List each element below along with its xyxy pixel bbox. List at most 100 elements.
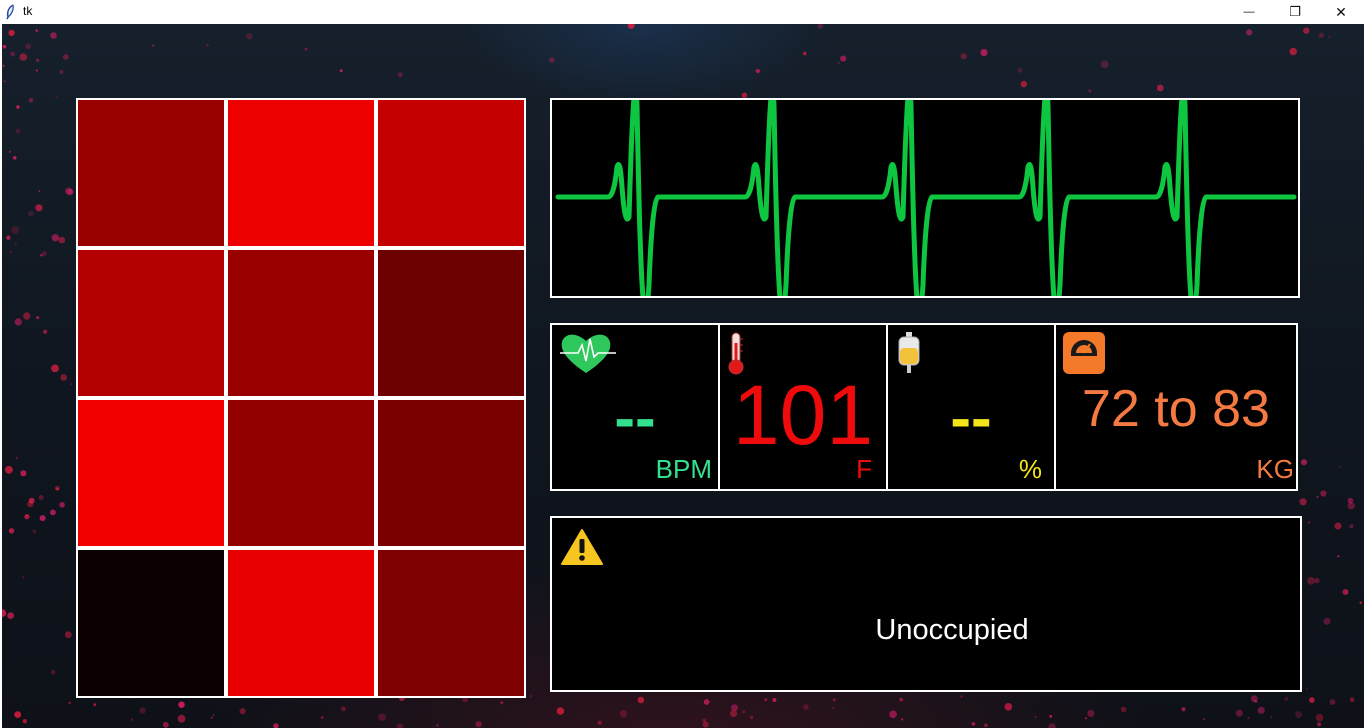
bokeh-particle: [1328, 35, 1331, 38]
bokeh-particle: [1347, 502, 1355, 510]
bokeh-particle: [1337, 555, 1340, 558]
bokeh-particle: [1315, 713, 1324, 722]
bokeh-particle: [1334, 522, 1342, 530]
bokeh-particle: [702, 721, 709, 728]
bokeh-particle: [899, 697, 904, 702]
bokeh-particle: [22, 576, 25, 579]
bokeh-particle: [70, 383, 72, 385]
bokeh-particle: [35, 58, 40, 63]
bokeh-particle: [1120, 706, 1127, 713]
bokeh-particle: [2, 44, 7, 49]
bokeh-particle: [22, 719, 27, 724]
bokeh-particle: [68, 701, 71, 705]
bokeh-particle: [1307, 521, 1311, 524]
heart-rate-panel: -- BPM: [550, 323, 720, 491]
bokeh-particle: [43, 329, 48, 334]
bokeh-particle: [837, 61, 840, 64]
bokeh-particle: [42, 251, 47, 256]
bokeh-particle: [703, 699, 710, 705]
bokeh-particle: [273, 723, 279, 728]
sensor-cell: [378, 550, 524, 696]
temperature-unit: F: [856, 454, 872, 484]
minimize-button[interactable]: —: [1226, 0, 1272, 24]
bokeh-particle: [20, 470, 27, 477]
temperature-panel: 101 F: [718, 323, 888, 491]
bokeh-particle: [59, 502, 65, 508]
bokeh-particle: [529, 694, 533, 698]
bokeh-particle: [1020, 80, 1027, 88]
bokeh-particle: [162, 721, 169, 728]
title-bar: tk — ❐ ✕: [0, 0, 1366, 24]
bokeh-particle: [831, 707, 835, 710]
bokeh-particle: [1329, 699, 1336, 705]
bokeh-particle: [1349, 524, 1354, 529]
bokeh-particle: [755, 68, 760, 74]
bokeh-particle: [39, 515, 46, 522]
bokeh-particle: [28, 210, 34, 217]
bokeh-particle: [1202, 718, 1205, 721]
bokeh-particle: [1320, 490, 1327, 497]
bokeh-particle: [817, 24, 823, 29]
bokeh-particle: [1289, 47, 1297, 56]
dashboard-canvas: -- BPM 101 F -- % 72 to 83 KG Unoccupied: [2, 24, 1364, 728]
bokeh-particle: [51, 234, 59, 242]
bokeh-particle: [764, 698, 768, 702]
bokeh-particle: [14, 711, 22, 718]
bokeh-particle: [1034, 715, 1037, 719]
sensor-cell: [78, 400, 224, 546]
bokeh-particle: [1309, 697, 1315, 703]
bokeh-particle: [1100, 60, 1109, 69]
fluid-panel: -- %: [886, 323, 1056, 491]
temperature-value: 101: [732, 368, 874, 462]
bokeh-particle: [25, 43, 32, 50]
bokeh-particle: [1305, 687, 1308, 690]
bokeh-particle: [13, 156, 17, 160]
minimize-icon: —: [1243, 6, 1255, 18]
sensor-cell: [378, 250, 524, 396]
alert-panel: Unoccupied: [550, 516, 1302, 692]
bokeh-particle: [1300, 459, 1308, 466]
bokeh-particle: [239, 708, 246, 715]
close-icon: ✕: [1335, 3, 1347, 20]
bokeh-particle: [803, 704, 809, 710]
bokeh-particle: [15, 457, 18, 460]
bokeh-particle: [6, 235, 11, 240]
bokeh-particle: [1339, 465, 1342, 468]
bokeh-particle: [27, 500, 34, 508]
bokeh-particle: [38, 190, 41, 192]
bokeh-particle: [55, 96, 58, 98]
weight-value: 72 to 83: [1082, 380, 1270, 438]
bokeh-particle: [212, 714, 215, 717]
bokeh-particle: [245, 33, 253, 40]
bokeh-particle: [36, 316, 40, 320]
bokeh-particle: [10, 51, 16, 57]
close-button[interactable]: ✕: [1318, 0, 1364, 24]
fluid-unit: %: [1018, 454, 1042, 484]
bokeh-particle: [1049, 714, 1053, 718]
bokeh-particle: [5, 465, 13, 474]
bokeh-particle: [1318, 32, 1324, 38]
bokeh-particle: [619, 710, 628, 718]
bokeh-particle: [436, 723, 439, 727]
iv-bag-icon: [898, 332, 920, 373]
bokeh-particle: [378, 713, 386, 721]
bokeh-particle: [984, 723, 988, 728]
bokeh-particle: [11, 226, 20, 235]
tk-feather-icon: [6, 4, 14, 20]
bokeh-particle: [50, 669, 56, 675]
bokeh-particle: [62, 54, 69, 60]
bokeh-particle: [960, 53, 967, 60]
bokeh-particle: [500, 701, 504, 705]
bokeh-particle: [840, 55, 847, 62]
bokeh-particle: [1257, 706, 1265, 715]
bokeh-particle: [130, 718, 134, 721]
bokeh-particle: [67, 188, 74, 196]
bokeh-particle: [960, 695, 963, 698]
bokeh-particle: [1250, 695, 1258, 703]
bokeh-particle: [803, 51, 807, 56]
heart-rate-value: --: [614, 384, 656, 453]
sensor-cell: [228, 100, 374, 246]
bokeh-particle: [832, 698, 836, 702]
bokeh-particle: [1284, 697, 1289, 701]
maximize-button[interactable]: ❐: [1272, 0, 1318, 24]
